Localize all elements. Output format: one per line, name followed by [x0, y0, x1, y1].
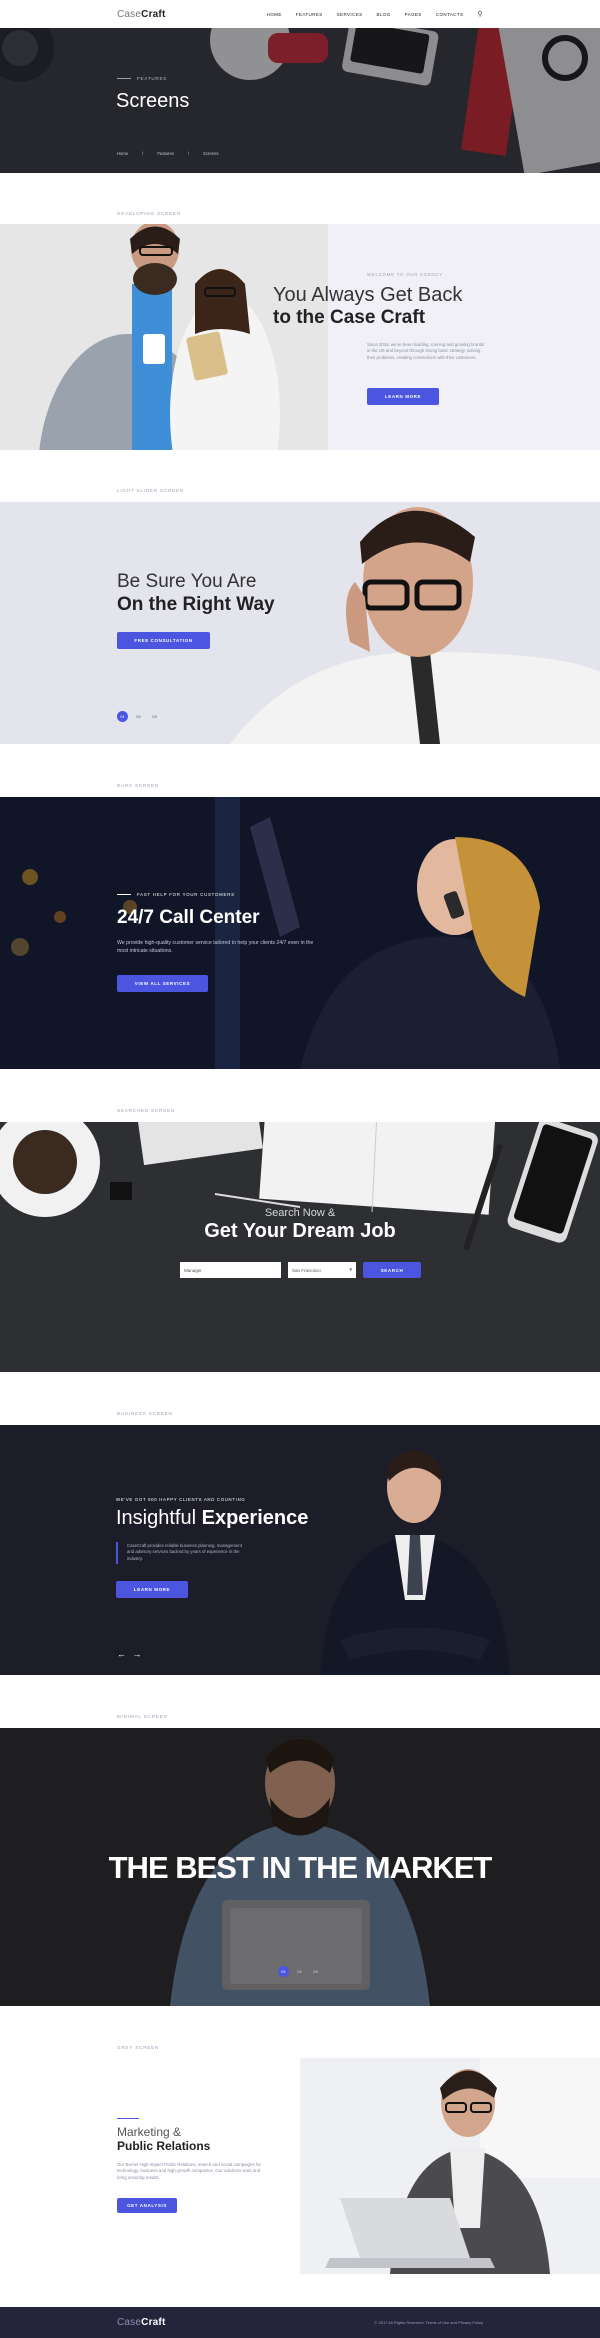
- slider-dot-2[interactable]: 02: [294, 1966, 305, 1977]
- s7-title-bold: Public Relations: [117, 2139, 211, 2153]
- footer-logo-bold: Craft: [141, 2317, 166, 2328]
- s7-body: Our Bernel High Impact Public Relations,…: [117, 2162, 261, 2180]
- page-title: Screens: [116, 90, 190, 112]
- s3-kicker-line: [117, 894, 131, 895]
- man-glasses-photo: [0, 502, 600, 744]
- s4-title: Get Your Dream Job: [204, 1220, 396, 1242]
- logo-light: Case: [117, 8, 142, 20]
- s5-quote-bar: [116, 1542, 118, 1564]
- searched-screen: Search Now & Get Your Dream Job Manager …: [0, 1122, 600, 1372]
- main-nav: Home Features Services Blog Pages Contac…: [267, 10, 483, 18]
- site-header: CaseCraft Home Features Services Blog Pa…: [0, 0, 600, 28]
- businessman-photo: [0, 1425, 600, 1675]
- copyright: © 2017 All Rights Reserved. Terms of Use…: [374, 2320, 483, 2325]
- s2-title-light: Be Sure You Are: [117, 571, 257, 592]
- breadcrumb-separator: /: [142, 151, 144, 156]
- s1-body: Since 2016, we've been building, running…: [367, 342, 485, 360]
- grey-screen: Marketing & Public Relations Our Bernel …: [0, 2058, 600, 2274]
- view-all-services-button[interactable]: VIEW ALL SERVICES: [117, 975, 208, 992]
- section-label-business: BUSINESS SCREEN: [117, 1411, 173, 1416]
- footer-logo-light: Case: [117, 2317, 142, 2328]
- section-label-dark: DARK SCREEN: [117, 783, 159, 788]
- office-man-photo: [300, 2058, 600, 2274]
- location-select-value: San Francisco: [292, 1268, 321, 1273]
- logo-bold: Craft: [141, 8, 166, 20]
- search-icon[interactable]: ⚲: [477, 10, 483, 18]
- section-label-searched: SEARCHED SCREEN: [117, 1108, 175, 1113]
- breadcrumb-screens: Screens: [203, 151, 219, 156]
- s5-title-light: Insightful: [116, 1507, 197, 1529]
- site-footer: CaseCraft © 2017 All Rights Reserved. Te…: [0, 2307, 600, 2338]
- slider-arrows[interactable]: ← →: [117, 1649, 144, 1659]
- call-center-photo: [0, 797, 600, 1069]
- s6-title: THE BEST IN THE MARKET: [108, 1850, 493, 1885]
- s1-title-light: You Always Get Back: [273, 284, 463, 306]
- learn-more-button-2[interactable]: LEARN MORE: [116, 1581, 188, 1598]
- footer-logo[interactable]: CaseCraft: [117, 2317, 166, 2328]
- dark-screen: FAST HELP FOR YOUR CUSTOMERS 24/7 Call C…: [0, 797, 600, 1069]
- logo[interactable]: CaseCraft: [117, 9, 166, 20]
- s5-title: Insightful Experience: [116, 1507, 308, 1530]
- breadcrumb-home[interactable]: Home: [117, 151, 128, 156]
- s5-kicker: WE'VE GOT 500 HAPPY CLIENTS AND COUNTING: [116, 1497, 246, 1502]
- slider-dot-3[interactable]: 03: [310, 1966, 321, 1977]
- breadcrumb-features[interactable]: Features: [157, 151, 174, 156]
- s1-title-bold: to the Case Craft: [273, 307, 426, 328]
- nav-item-features[interactable]: Features: [296, 12, 323, 17]
- slider-dot-1[interactable]: 01: [117, 711, 128, 722]
- s3-title: 24/7 Call Center: [117, 907, 260, 928]
- search-button[interactable]: SEARCH: [363, 1262, 421, 1278]
- s5-body: CaseCraft provides reliable business pla…: [127, 1543, 242, 1561]
- s3-body: We provide high-quality customer service…: [117, 940, 314, 954]
- couple-photo: [0, 224, 328, 450]
- s3-kicker: FAST HELP FOR YOUR CUSTOMERS: [137, 892, 235, 897]
- nav-item-home[interactable]: Home: [267, 12, 282, 17]
- section-label-minimal: MINIMAL SCREEN: [117, 1714, 168, 1719]
- s2-title-bold: On the Right Way: [117, 594, 275, 615]
- light-slider-screen: Be Sure You Are On the Right Way FREE CO…: [0, 502, 600, 744]
- slider-dot-2[interactable]: 02: [133, 711, 144, 722]
- minimal-screen: THE BEST IN THE MARKET 01 02 03: [0, 1728, 600, 2006]
- section-label-developing: DEVELOPING SCREEN: [117, 211, 181, 216]
- free-consultation-button[interactable]: FREE CONSULTATION: [117, 632, 210, 649]
- get-analysis-button[interactable]: GET ANALYSIS: [117, 2198, 177, 2213]
- hero-kicker: FEATURES: [137, 76, 168, 81]
- chevron-down-icon: ▾: [349, 1267, 352, 1273]
- learn-more-button[interactable]: LEARN MORE: [367, 388, 439, 405]
- section-label-light-slider: LIGHT SLIDER SCREEN: [117, 488, 184, 493]
- section-label-grey: GREY SCREEN: [117, 2045, 160, 2050]
- location-select[interactable]: San Francisco ▾: [288, 1262, 356, 1278]
- nav-item-pages[interactable]: Pages: [405, 12, 422, 17]
- breadcrumb-separator: /: [187, 151, 190, 156]
- slider-dot-3[interactable]: 03: [149, 711, 160, 722]
- nav-item-contacts[interactable]: Contacts: [436, 12, 464, 17]
- hero-background: [0, 28, 600, 173]
- desk-photo: [0, 1122, 600, 1372]
- s5-title-bold: Experience: [201, 1507, 309, 1529]
- slider-dot-1[interactable]: 01: [278, 1966, 289, 1977]
- job-search-input[interactable]: Manager: [180, 1262, 281, 1278]
- s4-pretitle: Search Now &: [264, 1207, 336, 1219]
- business-screen: WE'VE GOT 500 HAPPY CLIENTS AND COUNTING…: [0, 1425, 600, 1675]
- developing-screen: WELCOME TO OUR AGENCY You Always Get Bac…: [0, 224, 600, 450]
- breadcrumb: Home / Features / Screens: [117, 151, 218, 156]
- s7-accent-line: [117, 2118, 139, 2119]
- nav-item-blog[interactable]: Blog: [377, 12, 391, 17]
- s1-kicker: WELCOME TO OUR AGENCY: [367, 272, 443, 277]
- nav-item-services[interactable]: Services: [337, 12, 363, 17]
- hero-section: FEATURES Screens Home / Features / Screens: [0, 28, 600, 173]
- s7-title-light: Marketing &: [117, 2125, 182, 2139]
- hero-kicker-line: [117, 78, 131, 79]
